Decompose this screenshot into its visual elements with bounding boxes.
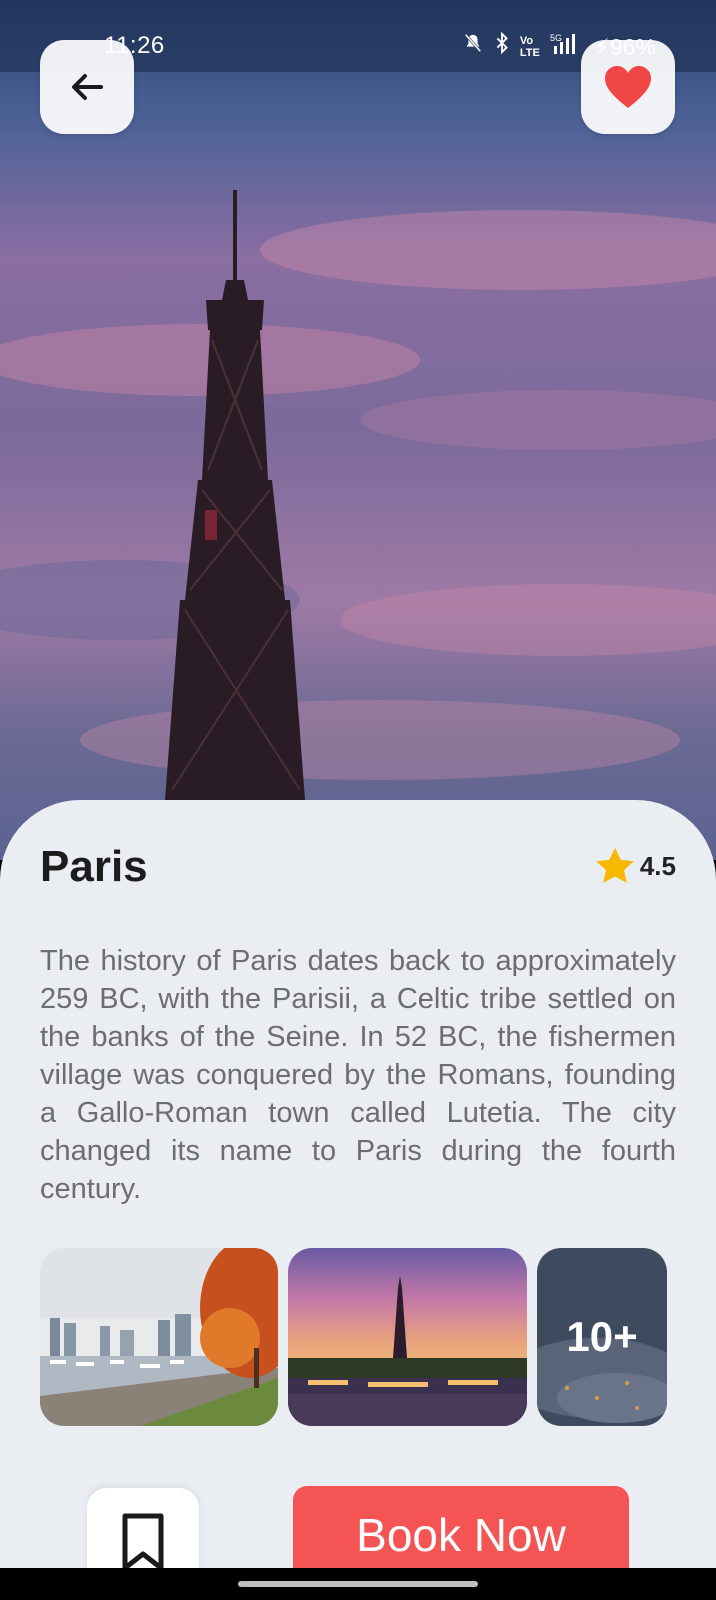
bookmark-icon: [122, 1513, 164, 1571]
more-photos-count: 10+: [566, 1313, 638, 1360]
favorite-button[interactable]: [581, 40, 675, 134]
back-arrow-icon: [72, 74, 103, 100]
gallery-photo-eiffel[interactable]: [288, 1248, 527, 1426]
place-description: The history of Paris dates back to appro…: [40, 945, 676, 1205]
volte-icon: Vo LTE: [519, 34, 540, 59]
place-title: Paris: [40, 842, 148, 891]
back-button[interactable]: [40, 40, 134, 134]
gallery-more-button[interactable]: 10+: [537, 1248, 667, 1426]
rating: 4.5: [594, 846, 676, 886]
star-icon: [596, 847, 634, 884]
home-gesture-handle[interactable]: [238, 1581, 478, 1587]
svg-text:5G: 5G: [550, 33, 562, 43]
heart-icon: [605, 66, 651, 108]
mute-icon: [462, 32, 484, 61]
bluetooth-icon: [494, 31, 510, 61]
gallery-photo-harbor[interactable]: [40, 1248, 278, 1426]
system-nav-bar: [0, 1568, 716, 1600]
signal-icon: 5G: [550, 32, 584, 61]
rating-value: 4.5: [639, 850, 676, 881]
